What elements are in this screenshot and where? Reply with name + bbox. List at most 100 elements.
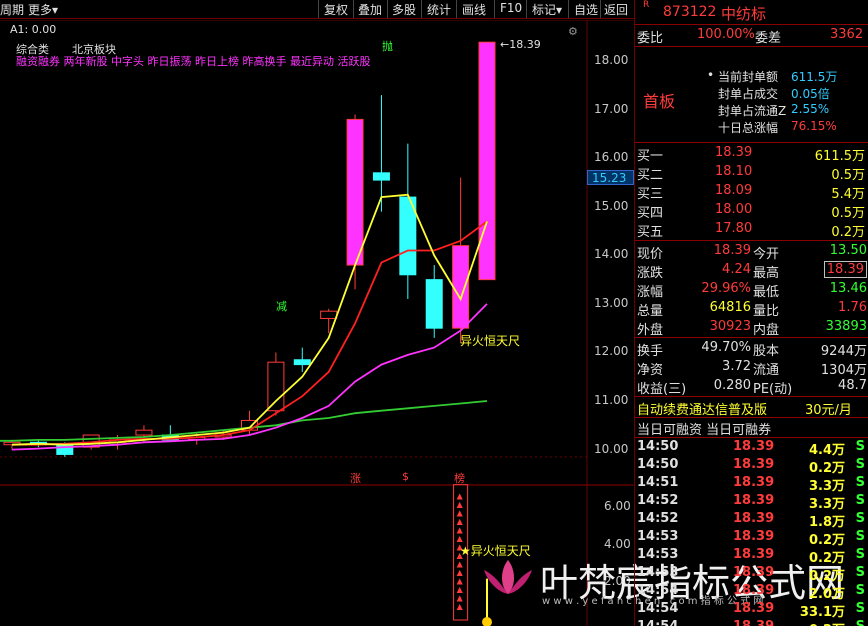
tick-row: 14:50 18.39 0.2万 S — [635, 456, 868, 476]
stats-label: 净资 — [637, 363, 664, 378]
tick-side: S — [855, 565, 865, 580]
watchlist-button[interactable]: 自选 — [574, 1, 598, 18]
divider — [635, 240, 868, 241]
toolbar-divider — [318, 0, 319, 18]
quote-label: 内盘 — [753, 323, 780, 338]
buy-level-price: 18.39 — [715, 145, 753, 160]
stats-button[interactable]: 统计 — [427, 1, 451, 18]
stats-value: 3.72 — [722, 359, 751, 374]
buy-level-row[interactable]: 买二 18.10 0.5万 — [635, 163, 868, 183]
back-button[interactable]: 返回 — [604, 1, 628, 18]
multi-stock-button[interactable]: 多股 — [392, 1, 416, 18]
stats-value: 1304万 — [820, 363, 867, 378]
candle-body — [320, 310, 338, 319]
seal-value: 0.05倍 — [791, 87, 830, 101]
more-button[interactable]: 更多▾ — [28, 1, 58, 18]
promo-price: 30元/月 — [805, 403, 852, 418]
buy-level-row[interactable]: 买三 18.09 5.4万 — [635, 182, 868, 202]
tick-price: 18.39 — [733, 601, 775, 616]
buy-level-row[interactable]: 买五 17.80 0.2万 — [635, 220, 868, 240]
stats-label: 收益(三) — [637, 382, 687, 397]
concepts-label: 融资融券 两年新股 中字头 昨日振荡 昨日上榜 昨高换手 最近异动 活跃股 — [16, 55, 371, 68]
tick-price: 18.39 — [733, 475, 775, 490]
f10-button[interactable]: F10 — [500, 1, 522, 15]
quote-label: 涨幅 — [637, 285, 664, 300]
tick-price: 18.39 — [733, 565, 775, 580]
chevron-down-icon: ▾ — [556, 3, 563, 17]
tick-row: 14:52 18.39 3.3万 S — [635, 492, 868, 512]
tick-row: 14:51 18.39 3.3万 S — [635, 474, 868, 494]
coin-icon — [482, 617, 492, 626]
buy-level-row[interactable]: 买四 18.00 0.5万 — [635, 201, 868, 221]
stats-label: 换手 — [637, 344, 664, 359]
draw-line-button[interactable]: 画线 — [462, 1, 486, 18]
adjust-button[interactable]: 复权 — [324, 1, 348, 18]
reduce-signal-label: 减 — [276, 300, 287, 313]
divider — [635, 46, 868, 47]
quote-label: 外盘 — [637, 323, 664, 338]
stats-value: 0.280 — [713, 378, 751, 393]
tick-time: 14:54 — [637, 583, 679, 598]
overlay-button[interactable]: 叠加 — [358, 1, 382, 18]
quote-row: 现价 18.39 今开 13.50 — [635, 242, 868, 262]
order-ratio-value: 100.00% — [697, 27, 755, 42]
chart-toolbar: 周期 更多▾ 复权 叠加 多股 统计 画线 F10 标记▾ 自选 返回 — [0, 0, 634, 19]
quote-value: 13.50 — [829, 243, 867, 258]
quote-value: 1.76 — [838, 300, 867, 315]
quote-label: 今开 — [753, 247, 780, 262]
tick-time: 14:50 — [637, 457, 679, 472]
tick-side: S — [855, 583, 865, 598]
toolbar-divider — [353, 0, 354, 18]
indicator-label: 异火恒天尺 — [460, 334, 521, 348]
quote-value: 33893 — [825, 319, 867, 334]
watermark-logo — [478, 550, 538, 600]
tick-row: 14:53 18.39 0.2万 S — [635, 528, 868, 548]
period-button[interactable]: 周期 — [0, 1, 24, 18]
candle-body — [293, 359, 311, 366]
tick-row: 14:53 18.39 0.2万 S — [635, 546, 868, 566]
seal-value: 2.55% — [791, 102, 830, 116]
tick-price: 18.39 — [733, 619, 774, 626]
candle-body — [425, 279, 443, 329]
order-ratio-label: 委比 — [637, 31, 664, 46]
candle-body — [372, 172, 390, 181]
buy-level-label: 买三 — [637, 187, 664, 202]
buy-level-label: 买四 — [637, 206, 664, 221]
kline-canvas[interactable]: ▲▲▲▲▲▲▲▲▲▲▲▲▲▲ — [0, 20, 634, 626]
mark-button[interactable]: 标记▾ — [532, 1, 562, 18]
tick-price: 18.39 — [733, 583, 775, 598]
arrow-left-icon: ← — [500, 38, 510, 51]
stock-header[interactable]: R 873122 中纺标 — [635, 0, 868, 24]
tick-row: 14:53 18.39 0.2万 S — [635, 564, 868, 584]
tick-time: 14:53 — [637, 529, 679, 544]
tick-side: S — [856, 619, 865, 626]
price-tick-label: 15.00 — [594, 198, 629, 213]
kline-chart[interactable]: ▲ ▲ ▲ ▲ ▲ ▲ ▲ ▲ ▲ ▲ ▲ ▲ ▲ ▲ A1: 0.00 ⚙ 综合类 北京板块 融资融券 … — [0, 20, 844, 626]
order-diff-value: 3362 — [830, 27, 864, 42]
tick-row: 14:54 18.39 33.1万 S — [635, 600, 868, 620]
quote-value: 18.39 — [713, 243, 751, 258]
promo-row[interactable]: 自动续费通达信普及版 30元/月 — [635, 398, 868, 418]
price-tick-label: 13.00 — [594, 295, 629, 310]
stats-value: 49.70% — [701, 340, 751, 355]
price-tick-label: 10.00 — [594, 441, 629, 456]
sub-tick-label: 6.00 — [604, 499, 631, 514]
seal-label: 十日总涨幅 — [718, 121, 779, 135]
tick-time: 14:50 — [637, 439, 679, 454]
tick-price: 18.39 — [733, 511, 775, 526]
quote-value: 30923 — [709, 319, 751, 334]
margin-row: 当日可融资 当日可融券 — [635, 418, 868, 438]
candle-body — [452, 245, 470, 329]
stats-value: 48.7 — [838, 378, 867, 393]
margin-r-badge: R — [643, 0, 650, 10]
tick-side: S — [855, 475, 865, 490]
divider — [635, 142, 868, 143]
tick-time: 14:52 — [637, 493, 679, 508]
quote-value: 4.24 — [722, 262, 751, 277]
quote-value: 13.46 — [829, 281, 867, 296]
settings-icon[interactable]: ⚙ — [568, 25, 578, 38]
tick-row: 14:54 18.39 0.2万 S — [635, 618, 868, 626]
buy-level-row[interactable]: 买一 18.39 611.5万 — [635, 144, 868, 164]
margin-label: 当日可融资 当日可融券 — [637, 423, 772, 438]
order-ratio-row: 委比 100.00% 委差 3362 — [635, 26, 868, 46]
